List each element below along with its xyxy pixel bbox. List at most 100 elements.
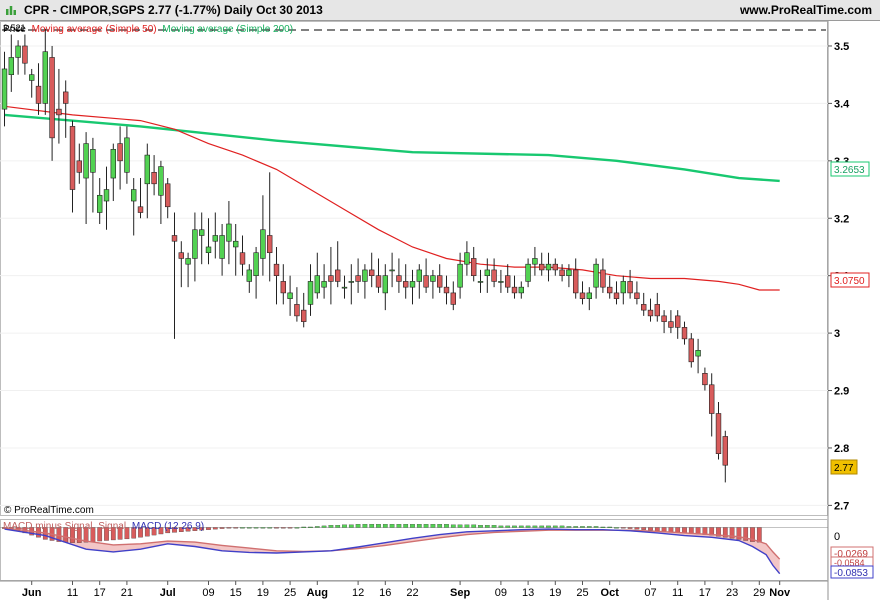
- candle-body: [668, 321, 674, 328]
- candle-body: [260, 229, 266, 259]
- x-tick-label: 11: [672, 587, 683, 599]
- macd-hist-bar: [219, 527, 225, 529]
- candle-body: [205, 246, 212, 254]
- candle-body: [423, 275, 429, 288]
- candle-body: [504, 275, 511, 288]
- candle-body: [35, 85, 42, 104]
- macd-hist-bar: [450, 524, 456, 528]
- candle-body: [579, 292, 586, 299]
- macd-legend: MACD minus Signal Signal MACD (12 26 9): [3, 521, 204, 532]
- candle-body: [355, 275, 361, 282]
- macd-hist-bar: [634, 527, 640, 530]
- macd-hist-bar: [641, 527, 647, 530]
- candle-body: [22, 45, 28, 64]
- candle-body: [90, 149, 96, 173]
- macd-hist-bar: [518, 525, 524, 528]
- macd-hist-bar: [627, 527, 633, 529]
- candle-body: [62, 91, 69, 104]
- x-tick-label: 17: [699, 587, 711, 599]
- macd-hist-bar: [294, 527, 300, 529]
- macd-hist-bar: [274, 527, 279, 529]
- macd-hist-bar: [335, 525, 341, 528]
- macd-hist-bar: [328, 525, 334, 528]
- macd-hist-bar: [410, 524, 415, 528]
- candle-body: [477, 281, 484, 283]
- candle-body: [28, 74, 35, 81]
- macd-hist-bar: [355, 524, 361, 528]
- legend-ma50: Moving average (Simple 50): [32, 24, 157, 35]
- macd-hist-bar: [253, 527, 259, 529]
- macd-hist-bar: [593, 526, 599, 528]
- candle-body: [586, 292, 593, 299]
- candle-body: [199, 229, 205, 236]
- candle-body: [470, 258, 477, 276]
- candle-body: [695, 350, 701, 357]
- macd-hist-bar: [437, 524, 443, 528]
- macd-hist-bar: [308, 526, 313, 528]
- candle-body: [192, 229, 198, 259]
- candle-body: [389, 269, 395, 272]
- macd-hist-bar: [376, 524, 381, 528]
- x-tick-label: 25: [576, 587, 588, 599]
- candle-body: [511, 286, 518, 294]
- candle-body: [307, 281, 314, 305]
- macd-hist-bar: [552, 525, 558, 528]
- candle-body: [42, 51, 49, 104]
- candle-body: [654, 304, 661, 317]
- candle-body: [708, 384, 715, 414]
- svg-text:-0.0853: -0.0853: [834, 568, 868, 579]
- macd-hist-bar: [471, 524, 477, 528]
- candle-body: [171, 235, 178, 242]
- macd-hist-bar: [464, 524, 470, 528]
- candle-body: [103, 189, 110, 202]
- macd-hist-bar: [532, 525, 538, 528]
- candle-body: [606, 286, 613, 294]
- macd-hist-bar: [559, 525, 565, 528]
- candle-body: [538, 263, 545, 271]
- candle-body: [484, 269, 490, 276]
- ma200-tag: 3.2653: [830, 161, 870, 177]
- candle-body: [233, 240, 239, 248]
- macd-hist-bar: [423, 524, 429, 528]
- candle-body: [341, 286, 348, 289]
- candle-body: [273, 263, 280, 276]
- macd-hist-bar: [648, 527, 653, 531]
- candle-body: [552, 263, 559, 271]
- macd-hist-bar: [654, 527, 660, 531]
- candle-body: [450, 292, 456, 305]
- macd-hist-bar: [580, 526, 585, 528]
- candle-body: [239, 252, 246, 265]
- candle-body: [246, 269, 252, 282]
- candle-body: [110, 149, 117, 179]
- macd-hist-bar: [607, 526, 613, 528]
- macd-hist-bar: [614, 527, 619, 529]
- title-bar: CPR - CIMPOR,SGPS 2.77 (-1.77%) Daily Oc…: [0, 0, 880, 21]
- price-legend: Price Moving average (Simple 50) Moving …: [3, 24, 293, 35]
- macd-hist-bar: [573, 526, 579, 528]
- x-tick-label: 15: [230, 587, 242, 599]
- candle-body: [688, 338, 695, 363]
- macd-hist-bar: [348, 524, 354, 528]
- x-tick-label: Sep: [450, 587, 470, 599]
- candle-body: [69, 126, 76, 190]
- candle-body: [396, 275, 402, 282]
- candle-body: [620, 281, 627, 294]
- legend-signal: Signal: [98, 521, 126, 532]
- candle-body: [8, 57, 14, 75]
- chart-title: CPR - CIMPOR,SGPS 2.77 (-1.77%) Daily Oc…: [24, 3, 323, 17]
- candle-body: [443, 286, 450, 294]
- macd-hist-bar: [620, 527, 626, 529]
- macd-hist-bar: [301, 526, 307, 528]
- macd-hist-bar: [484, 525, 490, 528]
- candle-body: [572, 269, 579, 294]
- candle-body: [559, 269, 565, 276]
- grid-lines: [0, 45, 828, 506]
- site-url[interactable]: www.ProRealTime.com: [740, 3, 872, 17]
- x-tick-label: 09: [495, 587, 507, 599]
- macd-hist-bar: [206, 527, 211, 530]
- svg-text:3.2653: 3.2653: [834, 165, 865, 176]
- macd-hist-bar: [403, 524, 409, 528]
- candle-body: [97, 194, 103, 213]
- candle-body: [137, 206, 144, 213]
- x-tick-label: 07: [644, 587, 656, 599]
